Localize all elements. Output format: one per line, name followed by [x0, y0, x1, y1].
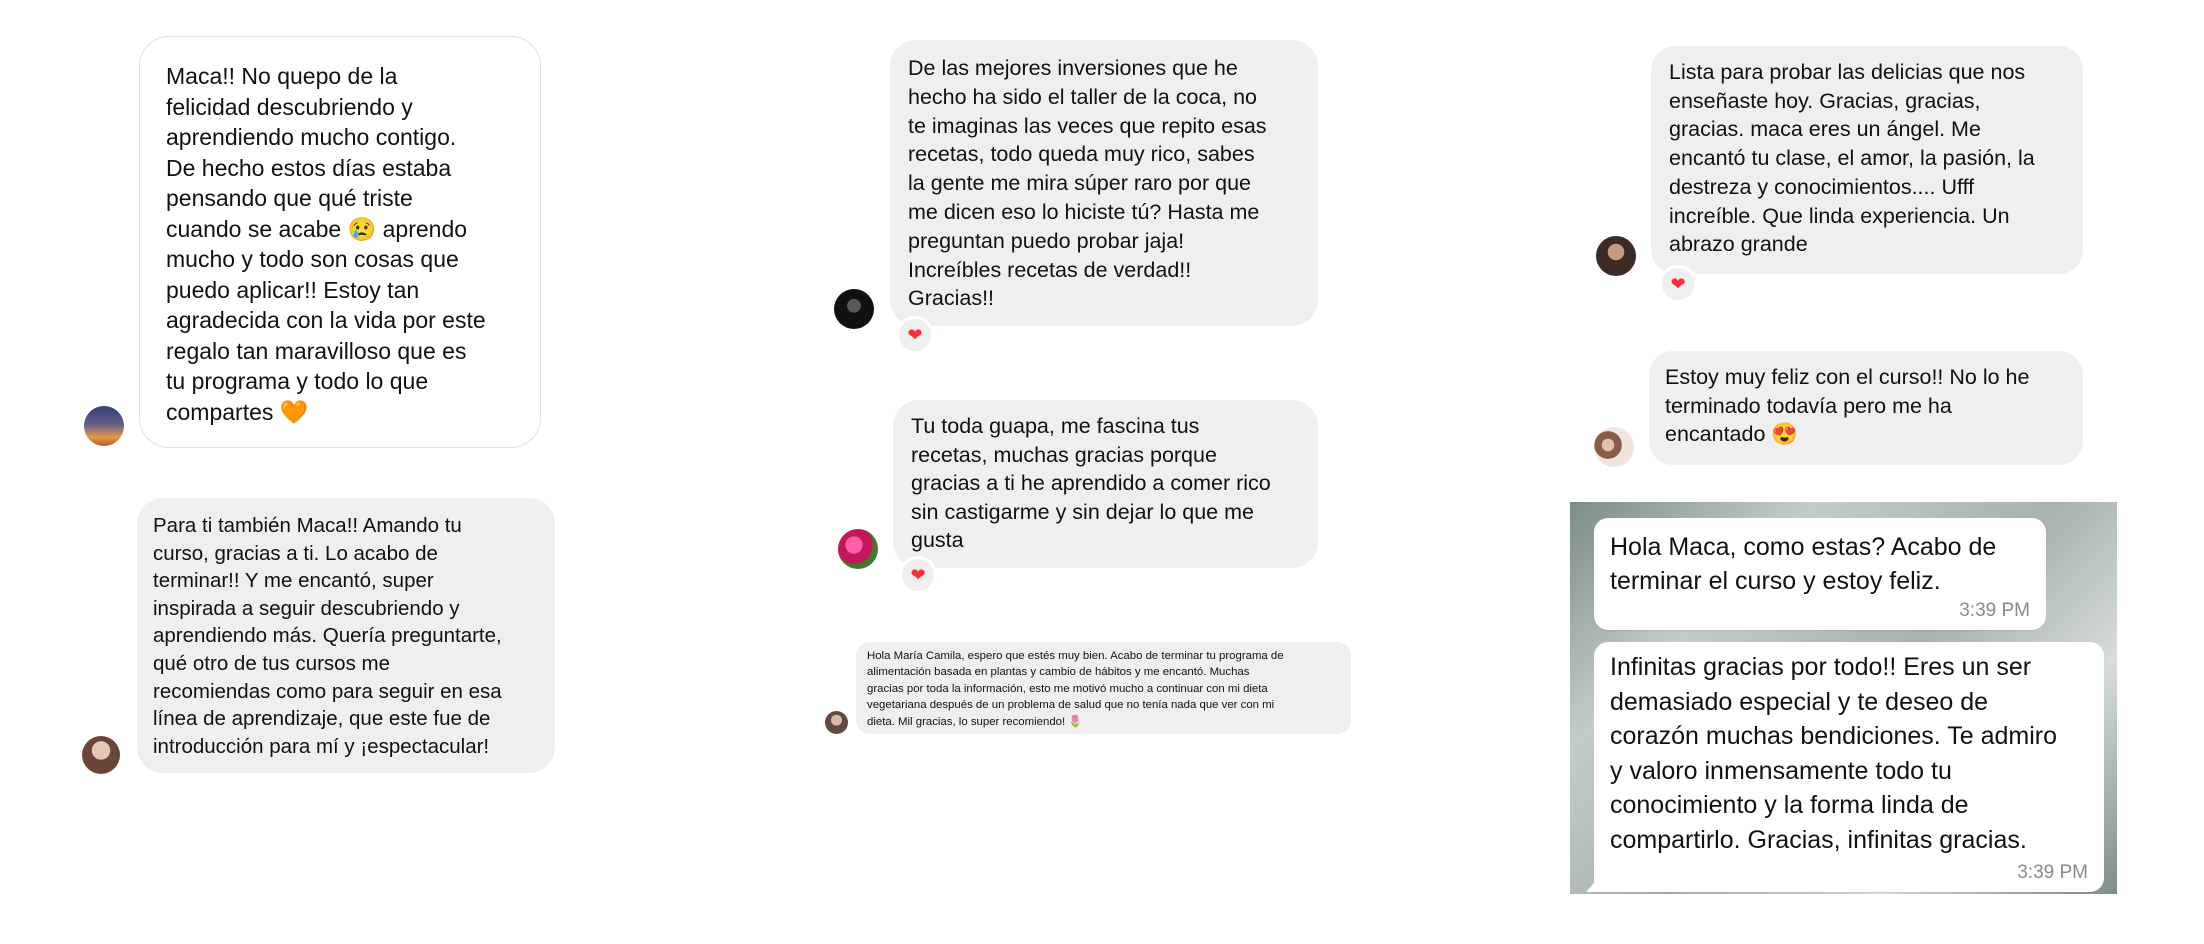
heart-reaction-icon[interactable]: ❤ — [1659, 265, 1697, 303]
avatar[interactable] — [82, 736, 120, 774]
message-text: De las mejores inversiones que he hecho … — [908, 56, 1267, 311]
avatar[interactable] — [838, 529, 878, 569]
message-bubble: Maca!! No quepo de la felicidad descubri… — [139, 36, 541, 448]
chat-message-bubble: Infinitas gracias por todo!! Eres un ser… — [1586, 642, 2104, 892]
message-bubble: Estoy muy feliz con el curso!! No lo he … — [1649, 351, 2083, 465]
message-time: 3:39 PM — [2017, 862, 2088, 883]
avatar[interactable] — [1594, 427, 1634, 467]
chat-message-bubble: Hola Maca, como estas? Acabo de terminar… — [1594, 518, 2046, 630]
message-text: Tu toda guapa, me fascina tus recetas, m… — [911, 414, 1271, 552]
message-bubble: Tu toda guapa, me fascina tus recetas, m… — [893, 400, 1318, 568]
avatar[interactable] — [825, 711, 848, 734]
message-text: Infinitas gracias por todo!! Eres un ser… — [1610, 653, 2058, 854]
message-text: Maca!! No quepo de la felicidad descubri… — [166, 63, 486, 425]
message-text: Lista para probar las delicias que nos e… — [1669, 60, 2035, 257]
chat-screenshot-panel: Hola Maca, como estas? Acabo de terminar… — [1570, 502, 2117, 894]
message-bubble: Para ti también Maca!! Amando tu curso, … — [137, 498, 555, 773]
avatar[interactable] — [84, 406, 124, 446]
heart-reaction-icon[interactable]: ❤ — [899, 556, 937, 594]
message-time: 3:39 PM — [1959, 600, 2030, 621]
avatar[interactable] — [834, 289, 874, 329]
bubble-tail — [1586, 874, 1602, 892]
avatar[interactable] — [1596, 236, 1636, 276]
message-text: Para ti también Maca!! Amando tu curso, … — [153, 514, 502, 758]
message-text: Hola Maca, como estas? Acabo de terminar… — [1610, 533, 1997, 595]
message-text: Estoy muy feliz con el curso!! No lo he … — [1665, 365, 2030, 447]
message-text: Hola María Camila, espero que estés muy … — [867, 650, 1284, 728]
message-bubble: Hola María Camila, espero que estés muy … — [856, 642, 1351, 734]
message-bubble: De las mejores inversiones que he hecho … — [890, 40, 1318, 326]
message-bubble: Lista para probar las delicias que nos e… — [1651, 46, 2083, 274]
heart-reaction-icon[interactable]: ❤ — [896, 316, 934, 354]
